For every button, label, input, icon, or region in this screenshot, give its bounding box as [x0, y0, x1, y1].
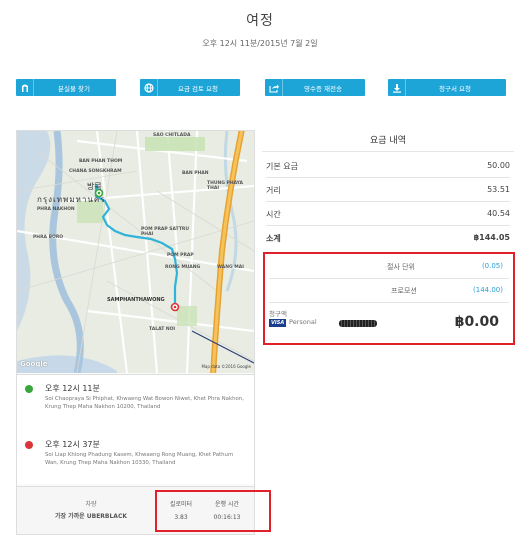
fare-row-value: 50.00: [487, 161, 510, 170]
lost-item-button[interactable]: 분실물 찾기: [16, 79, 116, 96]
subtotal-value: ฿144.05: [473, 233, 510, 242]
fare-row-value: 53.51: [487, 185, 510, 194]
page-title: 여정: [246, 13, 274, 29]
promotion-value: (144.00): [473, 286, 503, 294]
fare-row: 거리 53.51: [266, 185, 510, 196]
scarf-icon: [16, 79, 34, 96]
card-name: Personal: [289, 318, 317, 326]
resend-receipt-button[interactable]: 영수증 재전송: [265, 79, 365, 96]
trip-header: 여정 오후 12시 11분/2015년 7월 2일: [0, 10, 520, 49]
fare-row-label: 시간: [266, 210, 281, 219]
map-label: SAO CHITLADA: [153, 133, 191, 138]
fare-review-button[interactable]: 요금 검토 요청: [140, 79, 240, 96]
fare-row: 기본 요금 50.00: [266, 161, 510, 172]
map-label: CHANA SONGKHRAM: [69, 169, 122, 174]
total-charged: ฿0.00: [454, 314, 499, 330]
google-logo: Google: [20, 360, 48, 368]
dropoff-pin-icon: [25, 441, 33, 449]
map-label: BAN PHAN THOM: [79, 159, 123, 164]
map-copyright: Map data ©2016 Google: [201, 364, 251, 369]
forward-icon: [265, 79, 283, 96]
map-label: กรุงเทพมหานคร: [37, 195, 106, 204]
dropoff-address: Soi Liap Khlong Phadung Kasem, Khwaeng R…: [45, 452, 234, 466]
map-label: 방콕: [87, 182, 102, 191]
highlight-box: 절사 단위 (0.05) 프로모션 (144.00) 청구액 VISA Pers…: [263, 252, 515, 345]
map-label: RONG MUANG: [165, 265, 201, 270]
trip-details-panel: SAO CHITLADA BAN PHAN THOM CHANA SONGKHR…: [16, 130, 255, 535]
map-label: THUNG PHAYA THAI: [207, 181, 243, 191]
divider: [269, 278, 509, 279]
fare-title: 요금 내역: [262, 130, 514, 152]
highlight-box: [155, 490, 271, 532]
trip-stops: 오후 12시 11분 Soi Chaopraya Si Phiphat, Khw…: [17, 374, 254, 484]
promotion-label: 프로모션: [391, 287, 417, 295]
rounding-value: (0.05): [481, 262, 503, 270]
fare-row-label: 거리: [266, 186, 281, 195]
vehicle-label: 차량: [85, 501, 97, 508]
map-label: POM PRAP: [167, 253, 194, 258]
map-label: PHRA NAKHON: [37, 207, 75, 212]
charged-label: 청구액: [269, 310, 287, 318]
pickup-time: 오후 12시 11분: [45, 384, 100, 393]
vehicle-name: 가장 가까운 UBERBLACK: [54, 513, 128, 520]
fare-row-value: 40.54: [487, 209, 510, 218]
divider: [266, 201, 510, 202]
download-icon: [388, 79, 406, 96]
map-label: BAN PHAN: [182, 171, 209, 176]
divider: [266, 225, 510, 226]
map-label: PHRA BORO: [33, 235, 64, 240]
trip-datetime: 오후 12시 11분/2015년 7월 2일: [202, 39, 318, 48]
globe-icon: [140, 79, 158, 96]
dropoff-time: 오후 12시 37분: [45, 440, 100, 449]
pickup-pin-icon: [25, 385, 33, 393]
map-label: TALAT NOI: [149, 327, 176, 332]
subtotal-label: 소계: [266, 234, 281, 243]
visa-card-icon: VISA: [269, 319, 287, 327]
fare-row-label: 기본 요금: [266, 162, 298, 171]
action-toolbar: 분실물 찾기 요금 검토 요청 영수증 재전송 청구서 요청: [16, 79, 506, 96]
fare-row: 시간 40.54: [266, 209, 510, 220]
subtotal-row: 소계 ฿144.05: [266, 233, 510, 244]
masked-card-number: [339, 320, 377, 327]
fare-breakdown-panel: 요금 내역 기본 요금 50.00 거리 53.51 시간 40.54 소계 ฿…: [262, 130, 515, 345]
route-map[interactable]: SAO CHITLADA BAN PHAN THOM CHANA SONGKHR…: [17, 131, 254, 373]
divider: [266, 177, 510, 178]
pickup-address: Soi Chaopraya Si Phiphat, Khwaeng Wat Bo…: [45, 396, 244, 410]
map-label: SAMPHANTHAWONG: [107, 297, 165, 303]
rounding-label: 절사 단위: [387, 263, 415, 271]
divider: [269, 302, 509, 303]
map-label: WANG MAI: [217, 265, 244, 270]
map-label: POM PRAP SATTRU PHAI: [141, 227, 190, 237]
request-invoice-button[interactable]: 청구서 요청: [388, 79, 506, 96]
